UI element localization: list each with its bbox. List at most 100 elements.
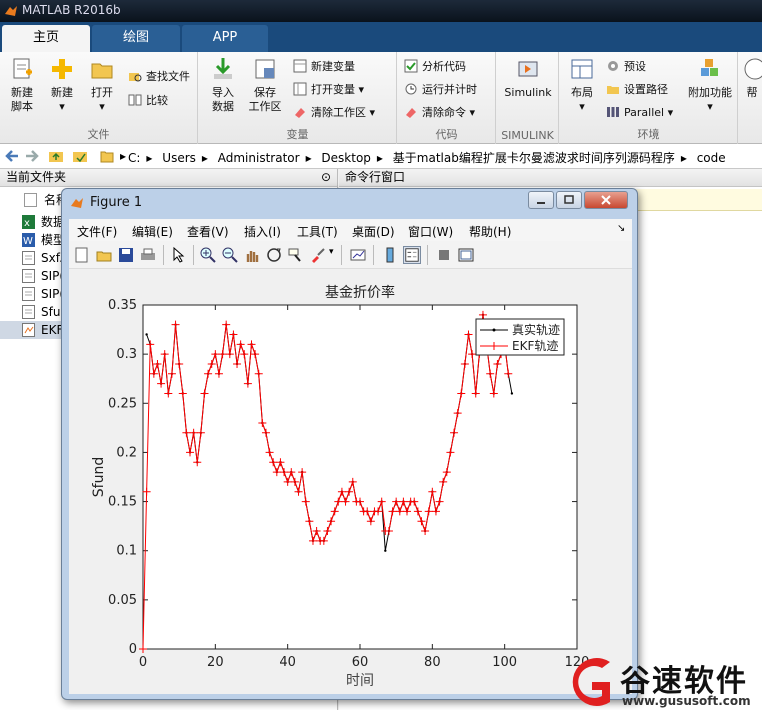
x-tick-label: 60 xyxy=(352,655,369,670)
toolbar-separator xyxy=(341,245,342,265)
new-label: 新建 xyxy=(51,86,73,99)
x-tick-label: 20 xyxy=(207,655,224,670)
breadcrumb-item[interactable]: Users xyxy=(162,151,196,165)
up-folder-icon[interactable] xyxy=(48,149,64,166)
simulink-label: Simulink xyxy=(504,86,552,99)
analyze-code-button[interactable]: 分析代码 xyxy=(404,58,466,76)
clear-commands-button[interactable]: 清除命令 ▾ xyxy=(404,104,475,122)
dock-arrow-icon[interactable]: ↘ xyxy=(617,223,625,234)
print-icon[interactable] xyxy=(139,246,157,264)
breadcrumb-item[interactable]: Desktop xyxy=(321,151,371,165)
parallel-button[interactable]: Parallel ▾ xyxy=(606,104,673,122)
open-button[interactable]: 打开 ▾ xyxy=(84,56,120,114)
new-variable-icon xyxy=(293,59,307,73)
maximize-button[interactable] xyxy=(556,191,582,209)
clear-workspace-button[interactable]: 清除工作区 ▾ xyxy=(293,104,375,122)
tab-home[interactable]: 主页 xyxy=(2,25,90,52)
menu-window[interactable]: 窗口(W) xyxy=(408,223,453,240)
compare-button[interactable]: 比较 xyxy=(128,92,168,110)
menu-edit[interactable]: 编辑(E) xyxy=(132,223,173,240)
pointer-icon[interactable] xyxy=(169,246,187,264)
file-name: EKF xyxy=(41,323,64,337)
plus-icon xyxy=(52,59,72,79)
chevron-down-icon: ▾ xyxy=(469,106,476,119)
layout-button[interactable]: 布局 ▾ xyxy=(564,56,600,114)
tab-plots[interactable]: 绘图 xyxy=(92,25,180,52)
breadcrumb-item[interactable]: 基于matlab编程扩展卡尔曼滤波求时间序列源码程序 xyxy=(393,151,675,165)
ribbon-group-simulink: Simulink SIMULINK xyxy=(497,52,559,144)
app-titlebar: MATLAB R2016b xyxy=(0,0,762,22)
save-icon[interactable] xyxy=(117,246,135,264)
menu-help[interactable]: 帮助(H) xyxy=(469,223,511,240)
chevron-down-icon: ▾ xyxy=(707,100,713,113)
zoom-out-icon[interactable] xyxy=(221,246,239,264)
set-path-button[interactable]: 设置路径 xyxy=(606,81,668,99)
new-figure-icon[interactable] xyxy=(73,246,91,264)
figure-title: Figure 1 xyxy=(90,195,143,210)
save-workspace-button[interactable]: 保存 工作区 xyxy=(245,56,285,114)
chevron-down-icon: ▾ xyxy=(59,100,65,113)
browse-folder-icon[interactable] xyxy=(72,149,88,166)
data-cursor-icon[interactable] xyxy=(287,246,305,264)
y-tick-label: 0 xyxy=(129,642,137,657)
chart-title: 基金折价率 xyxy=(325,284,395,301)
find-files-button[interactable]: 查找文件 xyxy=(128,68,190,86)
panel-menu-icon[interactable]: ⊙ xyxy=(321,169,331,186)
add-ons-button[interactable]: 附加功能 ▾ xyxy=(684,56,736,114)
run-and-time-button[interactable]: 运行并计时 xyxy=(404,81,477,99)
chevron-down-icon: ▾ xyxy=(667,106,674,119)
menu-file[interactable]: 文件(F) xyxy=(77,223,117,240)
svg-text:W: W xyxy=(23,236,33,247)
tab-apps[interactable]: APP xyxy=(182,25,268,52)
axes-box xyxy=(142,304,578,650)
pan-hand-icon[interactable] xyxy=(243,246,261,264)
current-folder-title: 当前文件夹 xyxy=(6,170,67,184)
open-variable-label: 打开变量 xyxy=(311,83,355,96)
open-file-icon[interactable] xyxy=(95,246,113,264)
new-script-button[interactable]: 新建 脚本 xyxy=(4,56,40,114)
preferences-button[interactable]: 预设 xyxy=(606,58,646,76)
chevron-down-icon[interactable]: ▾ xyxy=(329,247,334,257)
minimize-button[interactable] xyxy=(528,191,554,209)
breadcrumb-item[interactable]: Administrator xyxy=(218,151,300,165)
simulink-button[interactable]: Simulink xyxy=(501,56,555,100)
colorbar-icon[interactable] xyxy=(381,246,399,264)
rotate-3d-icon[interactable] xyxy=(265,246,283,264)
import-icon xyxy=(214,58,232,79)
x-axis-label: 时间 xyxy=(346,673,374,689)
layout-icon xyxy=(571,59,593,79)
import-data-button[interactable]: 导入 数据 xyxy=(205,56,241,114)
link-plot-icon[interactable] xyxy=(349,246,367,264)
plot-area[interactable]: 基金折价率时间Sfund0 20 40 60 80 100 12000.050.10.150… xyxy=(69,269,632,694)
command-window-title: 命令行窗口 xyxy=(345,170,406,184)
parallel-label: Parallel xyxy=(624,106,665,119)
legend-icon[interactable] xyxy=(403,246,421,264)
menu-insert[interactable]: 插入(I) xyxy=(244,223,281,240)
forward-arrow-icon[interactable] xyxy=(24,149,40,166)
group-label-environment: 环境 xyxy=(637,128,660,141)
menu-desktop[interactable]: 桌面(D) xyxy=(352,223,395,240)
clear-workspace-label: 清除工作区 xyxy=(311,106,366,119)
zoom-in-icon[interactable] xyxy=(199,246,217,264)
ribbon-group-environment: 布局 ▾ 预设 设置路径 Parallel ▾ 附加功能 ▾ 环境 xyxy=(560,52,738,144)
brush-icon[interactable] xyxy=(309,246,327,264)
figure-toolbar: ▾ xyxy=(69,241,632,269)
menu-tools[interactable]: 工具(T) xyxy=(297,223,338,240)
breadcrumb-item[interactable]: C: xyxy=(128,151,140,165)
file-name: Sxf. xyxy=(41,251,63,265)
close-button[interactable] xyxy=(584,191,628,209)
search-folder-icon xyxy=(129,73,142,82)
figure-menubar: 文件(F) 编辑(E) 查看(V) 插入(I) 工具(T) 桌面(D) 窗口(W… xyxy=(69,219,632,241)
chevron-down-icon: ▾ xyxy=(358,83,365,96)
y-tick-label: 0.05 xyxy=(108,593,137,608)
hide-plot-tools-icon[interactable] xyxy=(435,246,453,264)
breadcrumb-item[interactable]: code xyxy=(697,151,726,165)
back-arrow-icon[interactable] xyxy=(4,149,20,166)
open-variable-button[interactable]: 打开变量 ▾ xyxy=(293,81,364,99)
new-variable-button[interactable]: 新建变量 xyxy=(293,58,355,76)
new-button[interactable]: 新建 ▾ xyxy=(44,56,80,114)
toolbar-separator xyxy=(427,245,428,265)
menu-view[interactable]: 查看(V) xyxy=(187,223,229,240)
help-button[interactable]: 帮 xyxy=(742,56,762,100)
show-plot-tools-icon[interactable] xyxy=(457,246,475,264)
